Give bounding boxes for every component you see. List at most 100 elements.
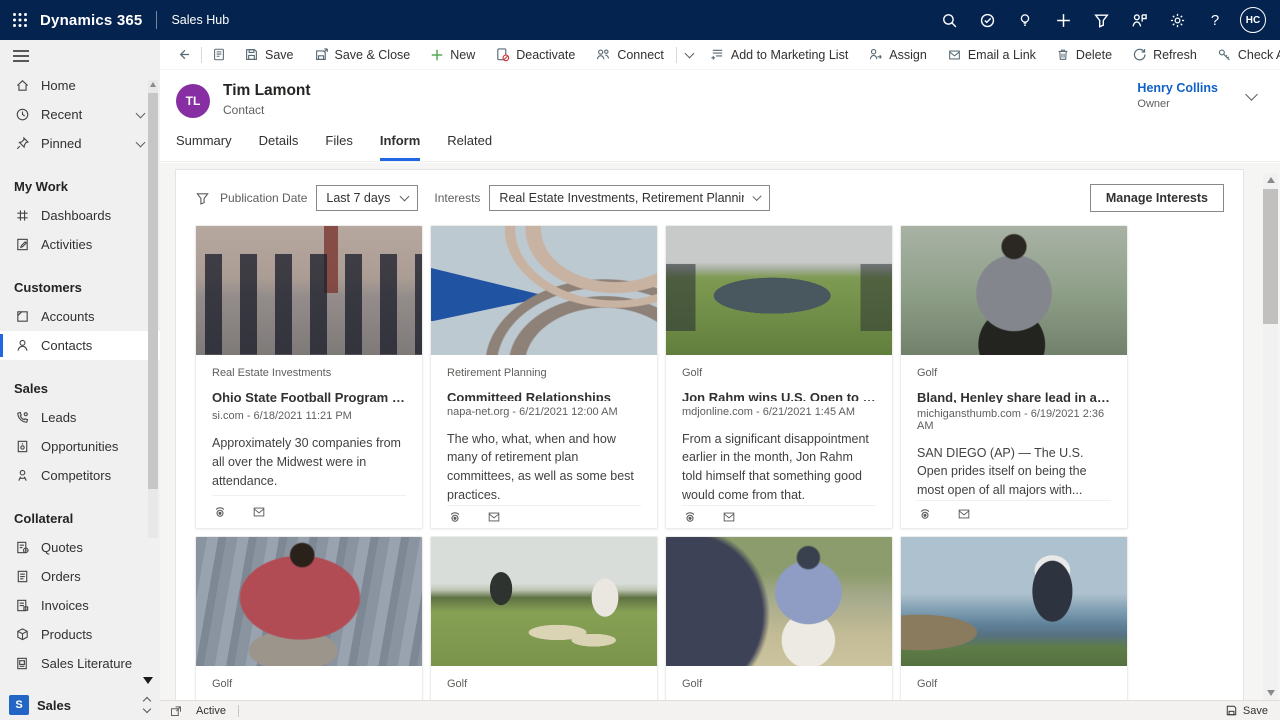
- news-card[interactable]: Real Estate Investments Ohio State Footb…: [195, 225, 423, 529]
- quick-create-button[interactable]: [1044, 0, 1082, 40]
- news-card[interactable]: Retirement Planning Committeed Relations…: [430, 225, 658, 529]
- scroll-up-arrow-icon[interactable]: [1267, 177, 1275, 183]
- back-button[interactable]: [168, 41, 199, 69]
- save-button[interactable]: Save: [234, 41, 304, 69]
- connect-icon: [595, 47, 611, 62]
- sidebar-item-label: Sales Literature: [41, 656, 132, 671]
- filter-icon: [1093, 12, 1110, 29]
- card-title[interactable]: Jon Rahm wins U.S. Open to claim first .…: [682, 390, 876, 401]
- sidebar-item-label: Quotes: [41, 540, 83, 555]
- card-category: Golf: [682, 678, 876, 690]
- tab-files[interactable]: Files: [325, 128, 352, 161]
- sidebar-item-invoices[interactable]: Invoices: [0, 591, 160, 620]
- sidebar-item-dashboards[interactable]: Dashboards: [0, 201, 160, 230]
- email-icon[interactable]: [486, 510, 502, 524]
- settings-button[interactable]: [1158, 0, 1196, 40]
- assign-button[interactable]: Assign: [858, 41, 937, 69]
- email-a-link-button[interactable]: Email a Link: [937, 41, 1046, 69]
- card-title[interactable]: Committeed Relationships: [447, 390, 641, 401]
- news-card[interactable]: Golf Bland, Henley share lead in a US Op…: [900, 225, 1128, 529]
- search-button[interactable]: [930, 0, 968, 40]
- header-chevron-down-icon[interactable]: [1245, 88, 1258, 101]
- sidebar-item-activities[interactable]: Activities: [0, 230, 160, 259]
- main-scrollbar-thumb[interactable]: [1263, 189, 1278, 324]
- tab-summary[interactable]: Summary: [176, 128, 232, 161]
- sidebar-item-products[interactable]: Products: [0, 620, 160, 649]
- main-scrollbar[interactable]: [1263, 173, 1278, 700]
- chevron-down-icon: [684, 48, 694, 58]
- app-title[interactable]: Dynamics 365: [40, 12, 142, 29]
- sidebar-more-items-arrow-icon[interactable]: [143, 677, 153, 684]
- sidebar-group-sales: Sales: [0, 374, 160, 403]
- publication-date-select[interactable]: Last 7 days: [316, 185, 418, 211]
- chevron-down-icon[interactable]: [136, 108, 146, 118]
- sales-literature-icon: [14, 656, 30, 672]
- email-icon[interactable]: [251, 505, 267, 519]
- view-icon[interactable]: [917, 506, 933, 522]
- form-selector-button[interactable]: [204, 41, 234, 69]
- sidebar-item-orders[interactable]: Orders: [0, 562, 160, 591]
- news-card[interactable]: Golf Jon Rahm wins U.S. Open to claim fi…: [665, 225, 893, 529]
- check-access-button[interactable]: Check Access: [1207, 41, 1280, 69]
- scroll-up-arrow-icon[interactable]: [150, 82, 156, 87]
- interests-select[interactable]: Real Estate Investments, Retirement Plan…: [489, 185, 770, 211]
- sidebar-scrollbar[interactable]: [148, 80, 158, 538]
- sidebar-item-quotes[interactable]: Quotes: [0, 533, 160, 562]
- new-button[interactable]: New: [420, 41, 485, 69]
- save-and-close-button[interactable]: Save & Close: [304, 41, 421, 69]
- news-card[interactable]: Golf: [665, 536, 893, 700]
- delete-button[interactable]: Delete: [1046, 41, 1122, 69]
- news-card[interactable]: Golf: [195, 536, 423, 700]
- sidebar-item-opportunities[interactable]: Opportunities: [0, 432, 160, 461]
- sidebar-item-contacts[interactable]: Contacts: [0, 331, 160, 360]
- sidebar-item-pinned[interactable]: Pinned: [0, 129, 160, 158]
- dashboards-icon: [14, 208, 30, 224]
- news-card[interactable]: Golf: [430, 536, 658, 700]
- sidebar-item-competitors[interactable]: Competitors: [0, 461, 160, 490]
- add-to-marketing-list-button[interactable]: Add to Marketing List: [700, 41, 858, 69]
- popout-icon[interactable]: [170, 705, 182, 717]
- area-switcher[interactable]: S Sales: [0, 690, 160, 720]
- sidebar-item-leads[interactable]: Leads: [0, 403, 160, 432]
- guided-tour-button[interactable]: [1120, 0, 1158, 40]
- connect-split-chevron[interactable]: [679, 41, 700, 69]
- email-icon[interactable]: [721, 510, 737, 524]
- connect-button[interactable]: Connect: [585, 41, 674, 69]
- tab-related[interactable]: Related: [447, 128, 492, 161]
- sidebar-item-label: Recent: [41, 107, 82, 122]
- user-avatar[interactable]: HC: [1234, 0, 1272, 40]
- card-title[interactable]: Ohio State Football Program Hosts Job ..…: [212, 390, 406, 405]
- teaching-check-button[interactable]: [968, 0, 1006, 40]
- form-icon: [212, 47, 226, 62]
- view-icon[interactable]: [682, 509, 698, 525]
- view-icon[interactable]: [447, 509, 463, 525]
- area-title[interactable]: Sales Hub: [171, 13, 229, 27]
- news-card[interactable]: Golf: [900, 536, 1128, 700]
- sidebar-scrollbar-thumb[interactable]: [148, 93, 158, 489]
- sidebar-item-home[interactable]: Home: [0, 71, 160, 100]
- tab-details[interactable]: Details: [259, 128, 299, 161]
- help-icon: ?: [1211, 12, 1219, 29]
- deactivate-button[interactable]: Deactivate: [485, 41, 585, 69]
- help-button[interactable]: ?: [1196, 0, 1234, 40]
- chevron-down-icon[interactable]: [136, 137, 146, 147]
- tab-inform[interactable]: Inform: [380, 128, 420, 161]
- waffle-icon: [12, 12, 28, 28]
- filter-button[interactable]: [1082, 0, 1120, 40]
- app-launcher-waffle-icon[interactable]: [0, 0, 40, 40]
- manage-interests-button[interactable]: Manage Interests: [1090, 184, 1224, 212]
- refresh-icon: [1132, 47, 1147, 62]
- collapse-sidebar-button[interactable]: [0, 40, 160, 71]
- refresh-button[interactable]: Refresh: [1122, 41, 1207, 69]
- assistant-button[interactable]: [1006, 0, 1044, 40]
- email-icon[interactable]: [956, 507, 972, 521]
- sidebar-item-label: Home: [41, 78, 76, 93]
- sidebar-item-recent[interactable]: Recent: [0, 100, 160, 129]
- status-save-button[interactable]: Save: [1225, 704, 1268, 717]
- card-title[interactable]: Bland, Henley share lead in a US Open ..…: [917, 390, 1111, 403]
- sidebar-item-accounts[interactable]: Accounts: [0, 302, 160, 331]
- view-icon[interactable]: [212, 504, 228, 520]
- scroll-down-arrow-icon[interactable]: [1267, 690, 1275, 696]
- owner-link[interactable]: Henry Collins: [1137, 81, 1218, 95]
- sidebar-item-sales-literature[interactable]: Sales Literature: [0, 649, 160, 678]
